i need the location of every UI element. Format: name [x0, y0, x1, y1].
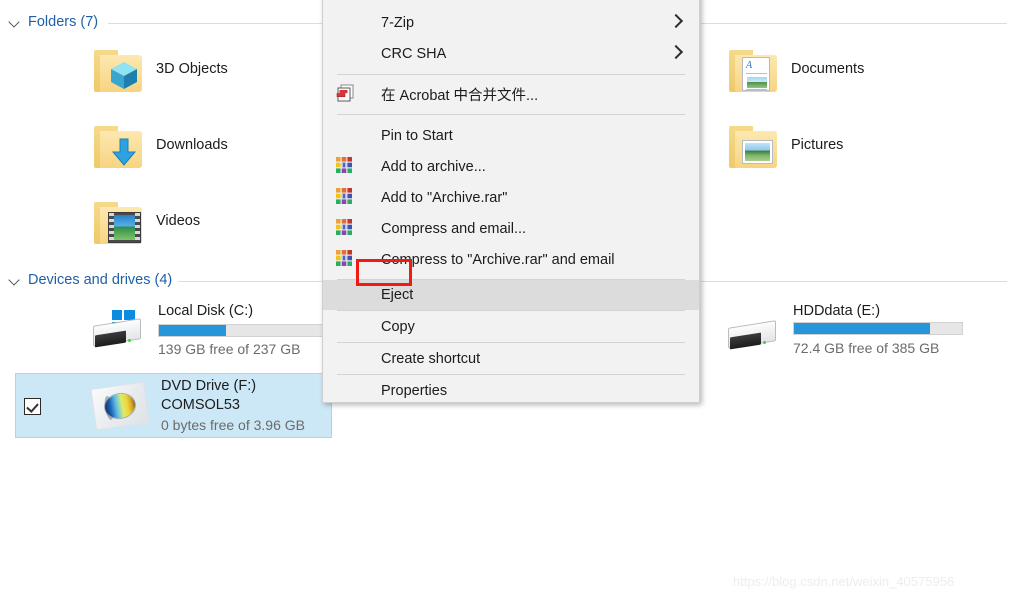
- winrar-icon: [335, 187, 355, 207]
- menu-item-label: 在 Acrobat 中合并文件...: [381, 88, 539, 104]
- menu-item-label: Copy: [381, 318, 415, 335]
- menu-item-add-to-archive[interactable]: Add to archive...: [323, 151, 699, 182]
- list-item[interactable]: 3D Objects: [90, 48, 320, 104]
- group-header-devices-rule-right: [701, 281, 1007, 282]
- list-item-label: Documents: [791, 61, 865, 77]
- list-item[interactable]: A Documents: [725, 48, 955, 104]
- acrobat-merge-icon: [335, 84, 355, 104]
- winrar-icon: [335, 249, 355, 269]
- list-item[interactable]: Videos: [90, 200, 320, 256]
- list-item-label: Downloads: [156, 137, 228, 153]
- group-header-devices[interactable]: Devices and drives (4): [8, 270, 172, 290]
- menu-item-7-zip[interactable]: 7-Zip: [323, 7, 699, 38]
- drive-item-dvd-drive-f[interactable]: DVD Drive (F:) COMSOL53 0 bytes free of …: [15, 373, 332, 438]
- drive-free-space-label: 72.4 GB free of 385 GB: [793, 340, 940, 356]
- drive-item-local-disk-c[interactable]: Local Disk (C:) 139 GB free of 237 GB: [90, 300, 330, 362]
- chevron-down-icon: [8, 15, 22, 29]
- group-header-rule-left: [108, 23, 323, 24]
- folder-pictures-icon: [725, 124, 779, 170]
- menu-item-label: Create shortcut: [381, 350, 481, 367]
- drive-name-label: DVD Drive (F:): [161, 378, 257, 394]
- menu-item-properties[interactable]: Properties: [323, 375, 699, 406]
- menu-item-label: Add to "Archive.rar": [381, 189, 508, 206]
- menu-item-label: CRC SHA: [381, 45, 447, 62]
- drive-free-space-label: 139 GB free of 237 GB: [158, 341, 301, 357]
- group-header-rule-right: [701, 23, 1007, 24]
- watermark-text: https://blog.csdn.net/weixin_40575956: [733, 574, 955, 589]
- menu-item-label: Compress and email...: [381, 220, 527, 237]
- menu-separator: [337, 114, 685, 115]
- dvd-drive-icon: [90, 381, 150, 431]
- hard-drive-icon: [725, 310, 779, 356]
- menu-item-label: Compress to "Archive.rar" and email: [381, 251, 615, 268]
- list-item[interactable]: Pictures: [725, 124, 955, 180]
- group-header-folders[interactable]: Folders (7): [8, 12, 98, 32]
- group-header-devices-rule-left: [178, 281, 323, 282]
- chevron-right-icon: [671, 47, 682, 58]
- winrar-icon: [335, 156, 355, 176]
- item-checkbox[interactable]: [24, 398, 41, 415]
- drive-name-label: Local Disk (C:): [158, 303, 254, 319]
- menu-item-copy[interactable]: Copy: [323, 311, 699, 342]
- group-header-folders-label: Folders (7): [28, 14, 99, 30]
- menu-item-pin-to-start[interactable]: Pin to Start: [323, 120, 699, 151]
- menu-item-acrobat-merge[interactable]: 在 Acrobat 中合并文件...: [323, 79, 699, 110]
- drive-name-label: HDDdata (E:): [793, 303, 881, 319]
- menu-item-compress-and-email[interactable]: Compress and email...: [323, 213, 699, 244]
- menu-item-label: Properties: [381, 382, 448, 399]
- list-item[interactable]: Downloads: [90, 124, 320, 180]
- menu-item-add-to-archive-rar[interactable]: Add to "Archive.rar": [323, 182, 699, 213]
- group-header-devices-label: Devices and drives (4): [28, 272, 173, 288]
- drive-item-hdddata-e[interactable]: HDDdata (E:) 72.4 GB free of 385 GB: [725, 300, 965, 362]
- menu-item-label: Add to archive...: [381, 158, 486, 175]
- folder-3d-objects-icon: [90, 48, 144, 94]
- context-menu[interactable]: 7-Zip CRC SHA 在 Acrobat 中合并文件... Pin to …: [322, 0, 700, 403]
- menu-item-label: 7-Zip: [381, 14, 415, 31]
- folder-documents-icon: A: [725, 48, 779, 94]
- folder-downloads-icon: [90, 124, 144, 170]
- folder-videos-icon: [90, 200, 144, 246]
- menu-item-label: Pin to Start: [381, 127, 453, 144]
- list-item-label: Pictures: [791, 137, 844, 153]
- chevron-right-icon: [671, 16, 682, 27]
- annotation-highlight-box: [356, 259, 412, 286]
- drive-capacity-bar: [793, 322, 963, 335]
- menu-separator: [337, 74, 685, 75]
- menu-item-create-shortcut[interactable]: Create shortcut: [323, 343, 699, 374]
- drive-volume-label: COMSOL53: [161, 397, 240, 413]
- local-disk-icon: [90, 308, 144, 354]
- menu-item-label: Eject: [381, 287, 414, 303]
- drive-free-space-label: 0 bytes free of 3.96 GB: [161, 417, 305, 433]
- menu-item-crc-sha[interactable]: CRC SHA: [323, 38, 699, 69]
- chevron-down-icon: [8, 273, 22, 287]
- list-item-label: 3D Objects: [156, 61, 228, 77]
- winrar-icon: [335, 218, 355, 238]
- drive-capacity-bar: [158, 324, 324, 337]
- list-item-label: Videos: [156, 213, 201, 229]
- file-explorer-content-pane: Folders (7) 3D Objects Downloads Videos …: [0, 0, 1012, 601]
